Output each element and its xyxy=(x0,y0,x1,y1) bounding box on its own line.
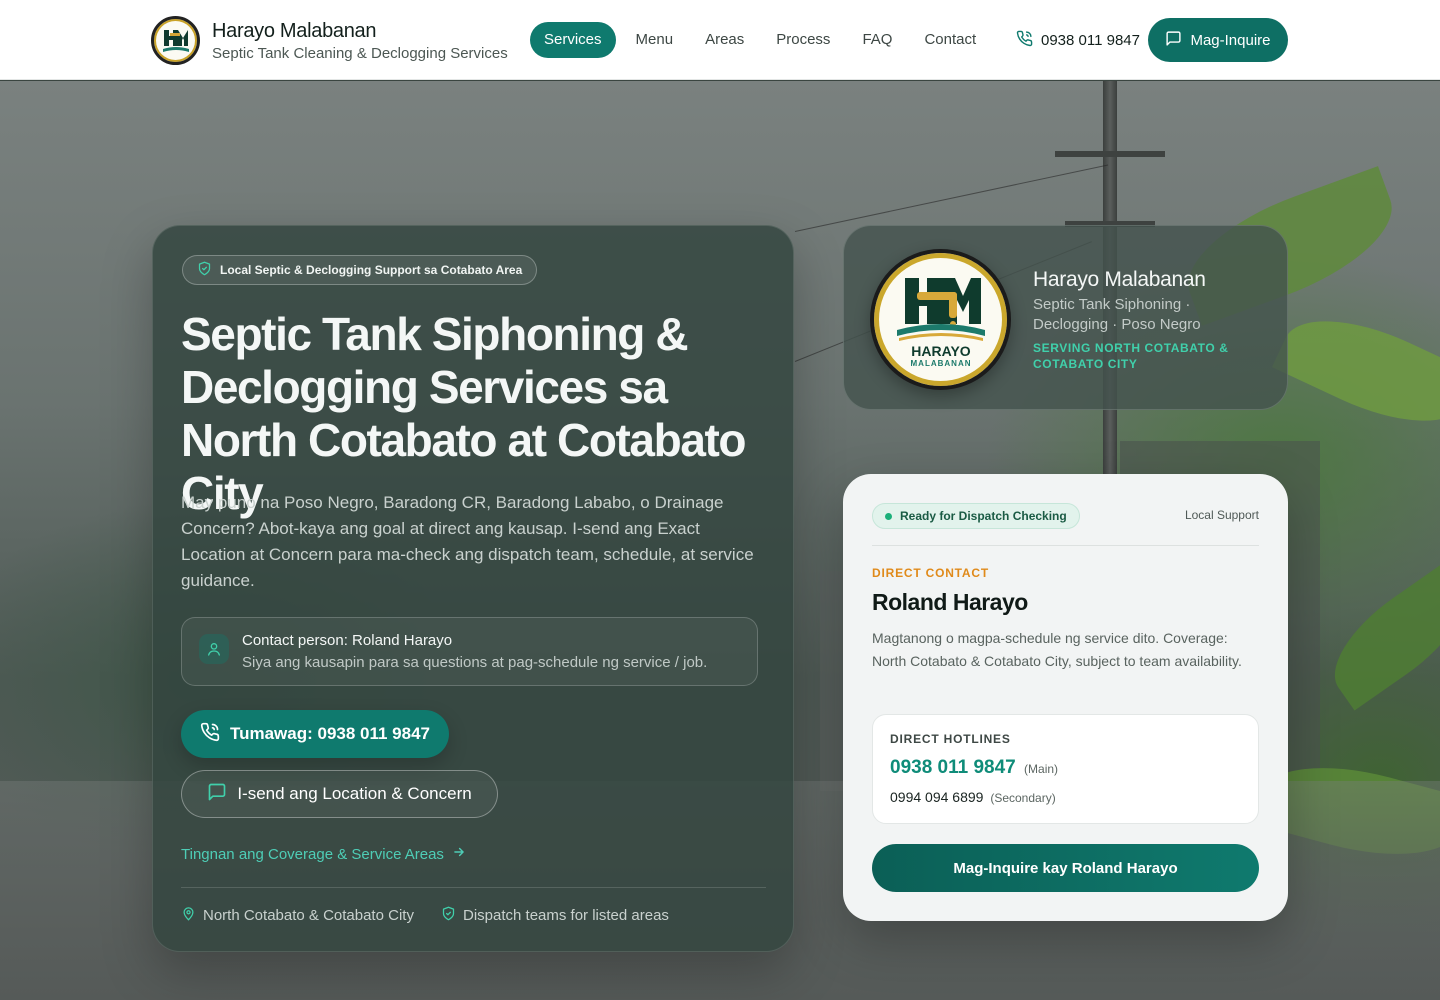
status-badge-label: Ready for Dispatch Checking xyxy=(900,509,1067,523)
coverage-link[interactable]: Tingnan ang Coverage & Service Areas xyxy=(181,845,466,863)
contact-description: Magtanong o magpa-schedule ng service di… xyxy=(872,630,1242,669)
header-phone-link[interactable]: 0938 011 9847 xyxy=(1016,30,1140,51)
phone-icon xyxy=(1016,30,1033,51)
brand-card-name: Harayo Malabanan xyxy=(1033,268,1206,291)
hero-dispatch-label: Dispatch teams for listed areas xyxy=(463,907,669,924)
hero-description: May puno na Poso Negro, Baradong CR, Bar… xyxy=(181,493,754,590)
brand[interactable]: Harayo Malabanan Septic Tank Cleaning & … xyxy=(151,16,508,65)
brand-name: Harayo Malabanan xyxy=(212,19,377,42)
brand-card-services: Septic Tank Siphoning · Declogging · Pos… xyxy=(1033,296,1201,333)
brand-card-serving: SERVING NORTH COTABATO & COTABATO CITY xyxy=(1033,341,1229,371)
hotlines-box: DIRECT HOTLINES 0938 011 9847 (Main) 099… xyxy=(872,714,1259,824)
main-nav: Services Menu Areas Process FAQ Contact xyxy=(530,22,994,58)
shield-check-icon xyxy=(197,261,212,279)
brand-tagline: Septic Tank Cleaning & Declogging Servic… xyxy=(212,44,508,62)
send-location-button[interactable]: I-send ang Location & Concern xyxy=(181,770,498,818)
secondary-hotline-number: 0994 094 6899 xyxy=(890,789,984,805)
company-logo-icon: HARAYO MALABANAN xyxy=(870,249,1011,390)
main-hotline-link[interactable]: 0938 011 9847 (Main) xyxy=(890,757,1058,779)
main-hotline-label: (Main) xyxy=(1024,762,1059,776)
nav-contact[interactable]: Contact xyxy=(910,22,990,58)
brand-logo-icon xyxy=(151,16,200,65)
local-support-label: Local Support xyxy=(1184,508,1259,522)
hero-location-label: North Cotabato & Cotabato City xyxy=(203,907,414,924)
card-divider xyxy=(872,545,1259,546)
hero-title: Septic Tank Siphoning & Declogging Servi… xyxy=(181,308,747,519)
contact-person-box: Contact person: Roland Harayo Siya ang k… xyxy=(181,617,758,686)
power-line xyxy=(794,164,1109,232)
contact-name: Roland Harayo xyxy=(872,589,1028,615)
header-inquire-label: Mag-Inquire xyxy=(1190,31,1271,49)
brand-card: HARAYO MALABANAN Harayo Malabanan Septic… xyxy=(843,225,1288,410)
map-pin-icon xyxy=(181,906,196,925)
hero-location: North Cotabato & Cotabato City xyxy=(181,906,414,925)
header-phone-number: 0938 011 9847 xyxy=(1041,32,1140,49)
hero-badge-label: Local Septic & Declogging Support sa Cot… xyxy=(220,263,523,277)
hero-divider xyxy=(181,887,766,888)
phone-icon xyxy=(200,722,220,747)
nav-faq[interactable]: FAQ xyxy=(848,22,906,58)
hero-dispatch: Dispatch teams for listed areas xyxy=(441,906,669,925)
secondary-hotline-link[interactable]: 0994 094 6899 (Secondary) xyxy=(890,789,1056,805)
logo-wordmark-sub: MALABANAN xyxy=(910,359,971,368)
user-icon xyxy=(199,634,229,664)
hero-badge: Local Septic & Declogging Support sa Cot… xyxy=(182,255,538,285)
coverage-link-label: Tingnan ang Coverage & Service Areas xyxy=(181,845,444,863)
logo-wordmark: HARAYO xyxy=(911,343,970,359)
direct-contact-card: Ready for Dispatch Checking Local Suppor… xyxy=(843,474,1288,921)
shield-check-icon xyxy=(441,906,456,925)
contact-person-name: Contact person: Roland Harayo xyxy=(242,632,453,649)
background-leaf xyxy=(1314,561,1440,711)
call-button[interactable]: Tumawag: 0938 011 9847 xyxy=(181,710,449,758)
call-button-label: Tumawag: 0938 011 9847 xyxy=(229,724,431,743)
nav-areas[interactable]: Areas xyxy=(691,22,758,58)
send-location-label: I-send ang Location & Concern xyxy=(237,784,472,803)
status-badge: Ready for Dispatch Checking xyxy=(872,503,1080,529)
nav-menu[interactable]: Menu xyxy=(622,22,688,58)
arrow-right-icon xyxy=(452,845,466,863)
chat-icon xyxy=(1165,30,1182,51)
direct-contact-eyebrow: DIRECT CONTACT xyxy=(872,566,989,580)
hotlines-title: DIRECT HOTLINES xyxy=(890,732,1011,746)
inquire-roland-button[interactable]: Mag-Inquire kay Roland Harayo xyxy=(872,844,1259,892)
contact-person-note: Siya ang kausapin para sa questions at p… xyxy=(242,654,708,671)
nav-services[interactable]: Services xyxy=(530,22,616,58)
site-header: Harayo Malabanan Septic Tank Cleaning & … xyxy=(0,0,1440,80)
nav-process[interactable]: Process xyxy=(762,22,844,58)
main-hotline-number: 0938 011 9847 xyxy=(890,757,1016,778)
status-dot-icon xyxy=(885,512,892,520)
utility-pole-crossbar xyxy=(1055,151,1165,157)
hero-card: Local Septic & Declogging Support sa Cot… xyxy=(152,225,794,952)
chat-icon xyxy=(207,782,227,807)
secondary-hotline-label: (Secondary) xyxy=(990,791,1056,805)
header-inquire-button[interactable]: Mag-Inquire xyxy=(1148,18,1288,62)
background-leaf xyxy=(1271,294,1440,448)
